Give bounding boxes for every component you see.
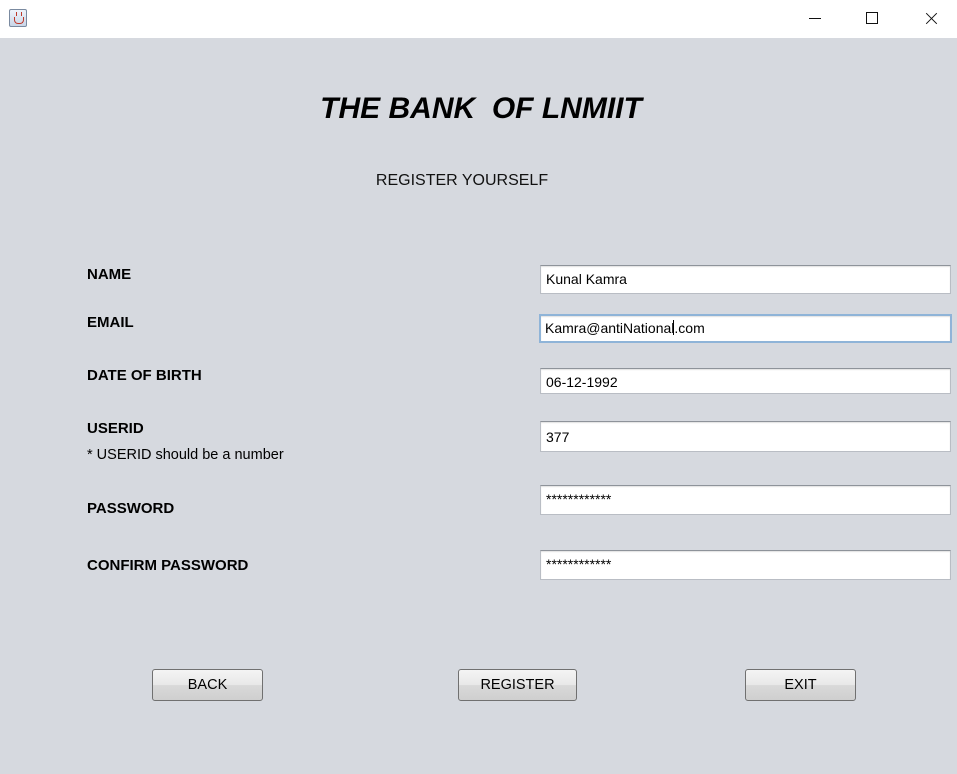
userid-field[interactable]: 377 — [540, 421, 951, 452]
app-window: THE BANK OF LNMIIT REGISTER YOURSELF NAM… — [0, 0, 957, 774]
dob-field[interactable]: 06-12-1992 — [540, 368, 951, 394]
minimize-button[interactable] — [785, 0, 843, 38]
userid-label: USERID — [87, 420, 144, 437]
email-label: EMAIL — [87, 314, 134, 331]
back-button[interactable]: BACK — [152, 669, 263, 701]
confirm-password-label: CONFIRM PASSWORD — [87, 557, 249, 574]
email-value-start: Kamra@antiNational — [545, 320, 675, 336]
name-label: NAME — [87, 266, 132, 283]
name-field[interactable]: Kunal Kamra — [540, 265, 951, 294]
page-subtitle: REGISTER YOURSELF — [375, 172, 549, 189]
dob-label: DATE OF BIRTH — [87, 367, 202, 384]
confirm-password-field[interactable]: ************ — [540, 550, 951, 580]
email-value-end: .com — [674, 320, 705, 336]
register-button[interactable]: REGISTER — [458, 669, 577, 701]
password-label: PASSWORD — [87, 500, 175, 517]
java-cup-icon[interactable] — [9, 9, 27, 27]
password-field[interactable]: ************ — [540, 485, 951, 515]
title-bar — [0, 0, 957, 38]
email-field[interactable]: Kamra@antiNational.com — [539, 314, 952, 343]
userid-hint: * USERID should be a number — [87, 447, 284, 463]
maximize-button[interactable] — [843, 0, 901, 38]
exit-button[interactable]: EXIT — [745, 669, 856, 701]
close-button[interactable] — [901, 0, 957, 38]
bank-title: THE BANK OF LNMIIT — [320, 92, 642, 125]
